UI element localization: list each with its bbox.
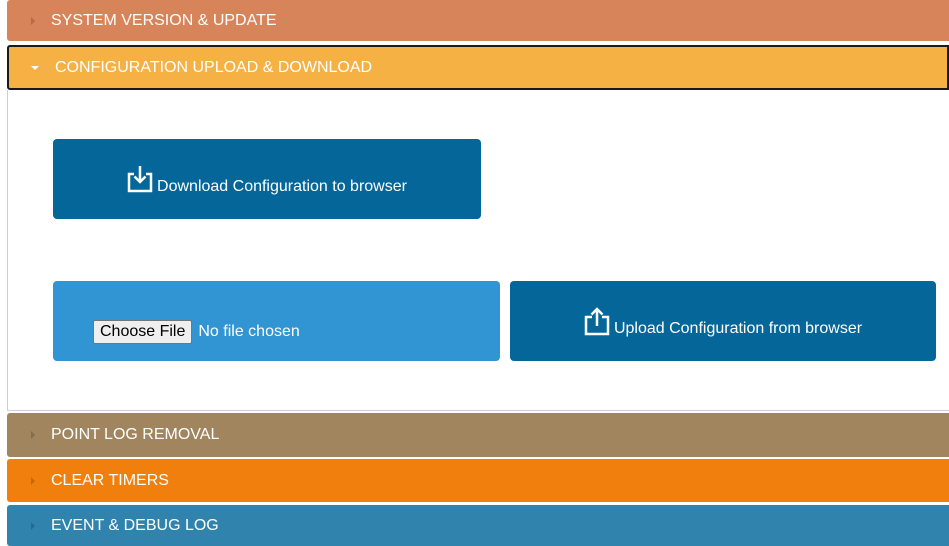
- accordion-header-label: POINT LOG REMOVAL: [51, 426, 220, 443]
- accordion-header-label: CLEAR TIMERS: [51, 471, 169, 489]
- upload-configuration-button[interactable]: Upload Configuration from browser: [510, 281, 936, 361]
- caret-right-icon: [31, 476, 35, 485]
- caret-right-icon: [31, 521, 35, 530]
- accordion-header-point-log-removal[interactable]: POINT LOG REMOVAL: [7, 413, 949, 457]
- upload-icon: [584, 307, 610, 336]
- caret-right-icon: [31, 16, 35, 25]
- accordion-header-label: EVENT & DEBUG LOG: [51, 516, 219, 534]
- file-input-container: Choose File No file chosen: [53, 281, 500, 361]
- download-button-label: Download Configuration to browser: [157, 178, 407, 195]
- accordion-header-configuration[interactable]: CONFIGURATION UPLOAD & DOWNLOAD: [7, 45, 949, 90]
- caret-right-icon: [31, 431, 35, 439]
- accordion-header-event-debug-log[interactable]: EVENT & DEBUG LOG: [7, 505, 949, 546]
- accordion-header-label: CONFIGURATION UPLOAD & DOWNLOAD: [55, 58, 373, 76]
- choose-file-button[interactable]: Choose File: [93, 320, 193, 344]
- caret-down-icon: [31, 65, 39, 70]
- accordion-header-system-version[interactable]: SYSTEM VERSION & UPDATE: [7, 0, 949, 41]
- download-configuration-button[interactable]: Download Configuration to browser: [53, 139, 481, 219]
- download-icon: [127, 166, 153, 193]
- accordion-header-label: SYSTEM VERSION & UPDATE: [51, 11, 277, 29]
- file-status-text: No file chosen: [198, 323, 300, 340]
- upload-button-label: Upload Configuration from browser: [613, 320, 863, 337]
- accordion-header-clear-timers[interactable]: CLEAR TIMERS: [7, 459, 949, 502]
